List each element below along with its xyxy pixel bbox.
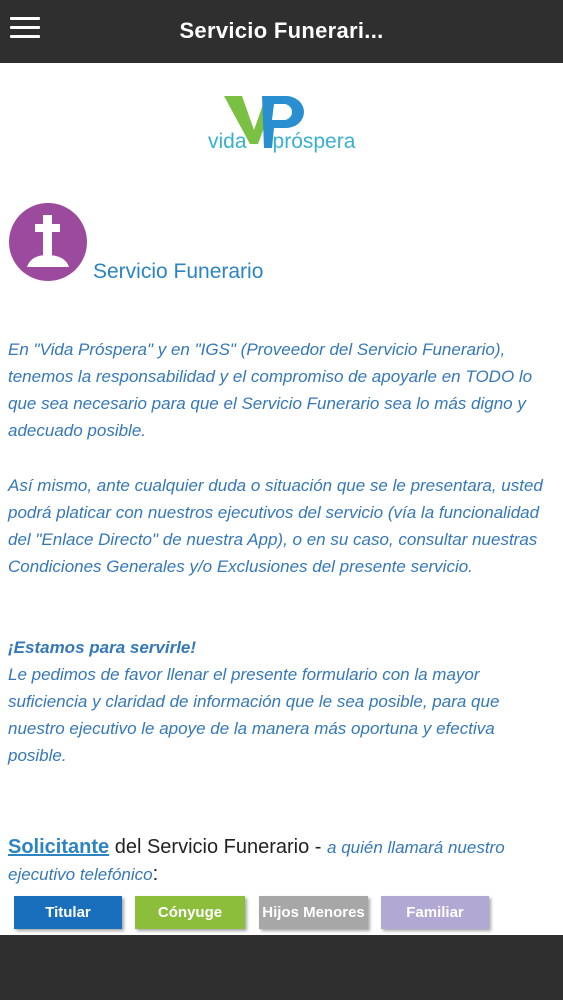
solicitante-rest: del Servicio Funerario - <box>109 836 328 858</box>
conyuge-button[interactable]: Cónyuge <box>135 896 245 929</box>
solicitante-link[interactable]: Solicitante <box>8 836 109 858</box>
intro-paragraph: En "Vida Próspera" y en "IGS" (Proveedor… <box>8 340 533 440</box>
vida-prospera-logo: vida próspera <box>208 90 358 160</box>
form-instructions-paragraph: Le pedimos de favor llenar el presente f… <box>8 665 500 765</box>
hijos-menores-button[interactable]: Hijos Menores <box>259 896 368 929</box>
section-title: Servicio Funerario <box>93 260 264 283</box>
funeral-cross-icon <box>9 203 87 281</box>
bottom-bar <box>0 935 563 1000</box>
service-heading: ¡Estamos para servirle! <box>8 638 197 657</box>
familiar-button[interactable]: Familiar <box>381 896 489 929</box>
top-app-bar: Servicio Funerari... <box>0 0 563 63</box>
solicitante-label: Solicitante del Servicio Funerario - a q… <box>8 834 558 888</box>
solicitante-colon: : <box>152 863 159 885</box>
support-paragraph: Así mismo, ante cualquier duda o situaci… <box>8 476 543 576</box>
logo-word-prospera: próspera <box>272 130 356 153</box>
titular-button[interactable]: Titular <box>14 896 122 929</box>
page-title: Servicio Funerari... <box>179 18 384 43</box>
logo-word-vida: vida <box>208 130 247 153</box>
